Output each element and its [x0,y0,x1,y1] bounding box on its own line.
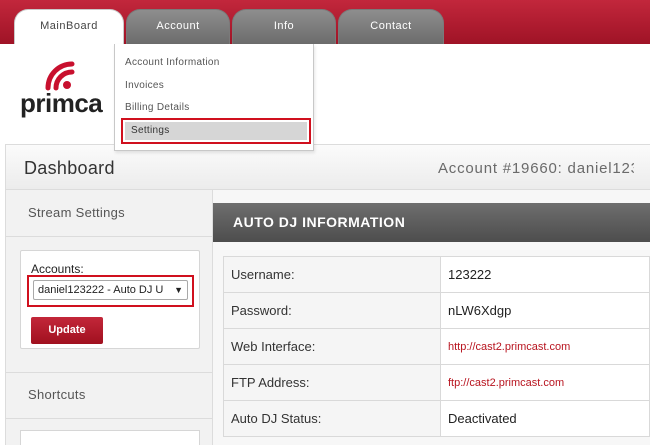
page-title: Dashboard [24,158,115,178]
tab-info-label: Info [273,20,295,32]
auto-dj-title: AUTO DJ INFORMATION [233,214,406,230]
dashboard-header: Dashboard Account #19660: daniel123 [5,144,650,190]
sidebar: Stream Settings Accounts: daniel123222 -… [5,190,213,445]
dropdown-arrow-icon: ▼ [174,285,183,295]
broadcast-signal-icon [45,61,75,91]
info-label: Auto DJ Status: [223,400,441,437]
auto-dj-info-table: Username: 123222 Password: nLW6Xdgp Web Inte… [223,256,650,437]
accounts-panel: Accounts: daniel123222 - Auto DJ U ▼ Upd… [20,250,200,349]
tab-contact-label: Contact [370,20,412,32]
tab-info[interactable]: Info [232,9,336,44]
shortcuts-panel [20,430,200,445]
info-label: FTP Address: [223,364,441,401]
table-row: Web Interface: http://cast2.primcast.com [223,328,650,365]
menu-item-account-information[interactable]: Account Information [125,57,220,68]
tab-mainboard[interactable]: MainBoard [14,9,124,44]
info-label: Password: [223,292,441,329]
auto-dj-header: AUTO DJ INFORMATION [213,203,650,242]
table-row: Username: 123222 [223,256,650,293]
info-label: Web Interface: [223,328,441,365]
info-value: Deactivated [440,400,650,437]
accounts-select-highlight: daniel123222 - Auto DJ U ▼ [27,275,194,307]
menu-item-invoices[interactable]: Invoices [125,80,164,91]
tab-account-label: Account [156,20,200,32]
menu-item-billing-details[interactable]: Billing Details [125,102,190,113]
accounts-label: Accounts: [31,262,84,276]
account-number: Account #19660: daniel123 [438,160,634,177]
table-row: FTP Address: ftp://cast2.primcast.com [223,364,650,401]
primcast-logo[interactable]: primca [20,56,120,120]
sidebar-divider [6,236,212,237]
sidebar-divider [6,418,212,419]
shortcuts-heading: Shortcuts [28,387,86,402]
info-value: 123222 [440,256,650,293]
logo-text: primca [20,88,103,118]
menu-item-settings[interactable]: Settings [121,118,311,144]
info-value: nLW6Xdgp [440,292,650,329]
info-link[interactable]: http://cast2.primcast.com [440,328,650,365]
tab-mainboard-label: MainBoard [40,20,98,32]
accounts-select[interactable]: daniel123222 - Auto DJ U ▼ [33,280,188,300]
update-button[interactable]: Update [31,317,103,344]
menu-item-settings-label: Settings [125,122,307,140]
table-row: Password: nLW6Xdgp [223,292,650,329]
table-row: Auto DJ Status: Deactivated [223,400,650,437]
tab-contact[interactable]: Contact [338,9,444,44]
account-dropdown-menu: Account Information Invoices Billing Det… [114,44,314,151]
tab-account[interactable]: Account [126,9,230,44]
accounts-select-value: daniel123222 - Auto DJ U [38,284,164,296]
main-content: AUTO DJ INFORMATION Username: 123222 Passw… [213,190,650,445]
info-link[interactable]: ftp://cast2.primcast.com [440,364,650,401]
stream-settings-heading: Stream Settings [28,205,125,220]
info-label: Username: [223,256,441,293]
